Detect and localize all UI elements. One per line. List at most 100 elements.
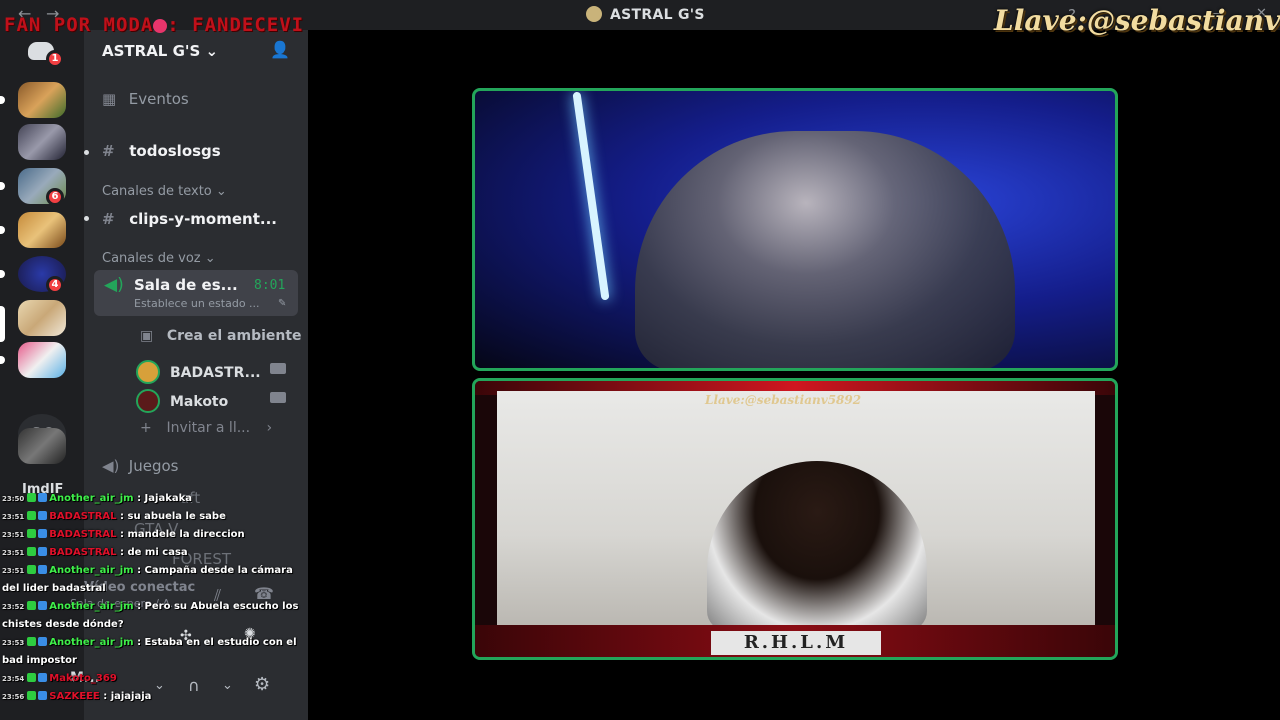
chat-username: Makoto_369 <box>49 673 117 684</box>
chat-message: 23:51 BADASTRAL : su abuela le sabe <box>2 508 302 526</box>
chat-username: SAZKEEE <box>49 691 100 702</box>
chat-timestamp: 23:53 <box>2 639 25 647</box>
chat-timestamp: 23:51 <box>2 567 25 575</box>
server-thumb <box>18 300 66 336</box>
chat-timestamp: 23:50 <box>2 495 25 503</box>
server-thumb <box>18 342 66 378</box>
calendar-icon: ▦ <box>102 90 117 108</box>
channel-clips[interactable]: # clips-y-moment... <box>102 210 277 228</box>
video-tile-2[interactable]: Llave:@sebastianv5892 R.H.L.M <box>472 378 1118 660</box>
window-title: ASTRAL G'S <box>586 6 705 23</box>
chat-text: : de mi casa <box>120 547 188 558</box>
server-badge-3: 6 <box>46 188 64 206</box>
category-text[interactable]: Canales de texto ⌄ <box>102 184 227 199</box>
server-icon-6[interactable] <box>18 300 66 336</box>
server-icon-8[interactable] <box>18 428 66 464</box>
badge-icon <box>27 673 37 682</box>
overlay-live-handle: Llave:@sebastianv5892 <box>994 4 1280 37</box>
chevron-down-icon: ⌄ <box>215 184 227 199</box>
hash-icon: # <box>102 142 115 160</box>
server-icon-4[interactable] <box>18 212 66 248</box>
unread-pill <box>0 226 5 234</box>
chevron-down-icon: ⌄ <box>204 251 216 266</box>
chat-username: Another_air_jm <box>49 637 134 648</box>
dm-badge: 1 <box>46 50 64 68</box>
hash-icon: # <box>102 210 115 228</box>
server-icon <box>586 6 602 22</box>
chat-message: 23:56 SAZKEEE : jajajaja <box>2 688 302 706</box>
badge-icon <box>38 673 48 682</box>
badge-icon <box>27 529 37 538</box>
chat-timestamp: 23:54 <box>2 675 25 683</box>
voice-timer: 8:01 <box>254 278 286 293</box>
server-icon-2[interactable] <box>18 124 66 160</box>
chat-text: : mandele la direccion <box>120 529 245 540</box>
chat-text: : Jajakaka <box>137 493 192 504</box>
chat-timestamp: 23:52 <box>2 603 25 611</box>
chat-message: 23:54 Makoto_369 <box>2 670 302 688</box>
badge-icon <box>38 511 48 520</box>
badge-icon <box>27 691 37 700</box>
voice-member-1[interactable]: BADASTR... <box>136 360 286 384</box>
badge-icon <box>38 493 48 502</box>
unread-pill <box>0 182 5 190</box>
chat-username: Another_air_jm <box>49 565 134 576</box>
chat-timestamp: 23:56 <box>2 693 25 701</box>
chevron-right-icon: › <box>266 420 273 436</box>
chat-message: 23:51 Another_air_jm : Campaña desde la c… <box>2 562 302 598</box>
voice-status: Establece un estado ... <box>134 297 260 310</box>
active-pill <box>0 306 5 342</box>
server-thumb <box>18 82 66 118</box>
chat-message: 23:53 Another_air_jm : Estaba en el estud… <box>2 634 302 670</box>
unread-pill <box>0 270 5 278</box>
avatar <box>136 389 160 413</box>
chat-username: Another_air_jm <box>49 601 134 612</box>
chat-timestamp: 23:51 <box>2 531 25 539</box>
stream-chat-overlay: 23:50 Another_air_jm : Jajakaka 23:51 BADAS… <box>2 490 302 706</box>
frame-live-handle: Llave:@sebastianv5892 <box>705 393 862 407</box>
speaker-icon: ◀) <box>102 457 120 475</box>
badge-icon <box>27 547 37 556</box>
speaker-icon: ◀) <box>104 275 124 295</box>
server-thumb <box>18 124 66 160</box>
badge-icon <box>27 601 37 610</box>
video-tile-1[interactable] <box>472 88 1118 371</box>
chat-timestamp: 23:51 <box>2 549 25 557</box>
channel-todoslosgs[interactable]: # todoslosgs <box>102 142 221 160</box>
create-ambience-row[interactable]: ▣ Crea el ambiente <box>140 328 302 344</box>
chat-username: BADASTRAL <box>49 511 117 522</box>
video-person <box>707 461 927 631</box>
camera-icon <box>270 363 286 374</box>
frame-nameplate: R.H.L.M <box>711 631 881 655</box>
server-badge-5: 4 <box>46 276 64 294</box>
server-thumb <box>18 212 66 248</box>
invite-row[interactable]: + Invitar a ll... › <box>140 420 272 436</box>
camera-icon <box>270 392 286 403</box>
server-thumb <box>18 428 66 464</box>
video-person <box>635 131 1015 368</box>
badge-icon <box>38 601 48 610</box>
events-row[interactable]: ▦ Eventos <box>102 90 189 108</box>
add-member-icon[interactable]: 👤 <box>270 40 290 60</box>
heart-icon <box>153 19 168 33</box>
channel-juegos[interactable]: ◀) Juegos <box>102 457 178 475</box>
badge-icon <box>27 637 37 646</box>
discord-window: ← → ASTRAL G'S ? — ✕ 1 6 4 SC ASTRAL G'S… <box>0 0 1280 720</box>
chat-username: BADASTRAL <box>49 547 117 558</box>
unread-dot <box>84 150 89 155</box>
server-icon-7[interactable] <box>18 342 66 378</box>
category-voice[interactable]: Canales de voz ⌄ <box>102 251 216 266</box>
voice-channel-active[interactable]: ◀) Sala de es... 8:01 Establece un estad… <box>94 270 298 316</box>
unread-pill <box>0 96 5 104</box>
badge-icon <box>38 547 48 556</box>
chat-message: 23:52 Another_air_jm : Pero su Abuela esc… <box>2 598 302 634</box>
server-name-header[interactable]: ASTRAL G'S ⌄ <box>102 42 218 60</box>
badge-icon <box>27 493 37 502</box>
voice-member-2[interactable]: Makoto <box>136 389 286 413</box>
pencil-icon[interactable]: ✎ <box>278 298 286 309</box>
badge-icon <box>27 565 37 574</box>
badge-icon <box>27 511 37 520</box>
overlay-banner: FAN POR MODA: FANDECEVI <box>4 14 305 36</box>
chevron-down-icon: ⌄ <box>205 42 219 60</box>
server-icon-1[interactable] <box>18 82 66 118</box>
